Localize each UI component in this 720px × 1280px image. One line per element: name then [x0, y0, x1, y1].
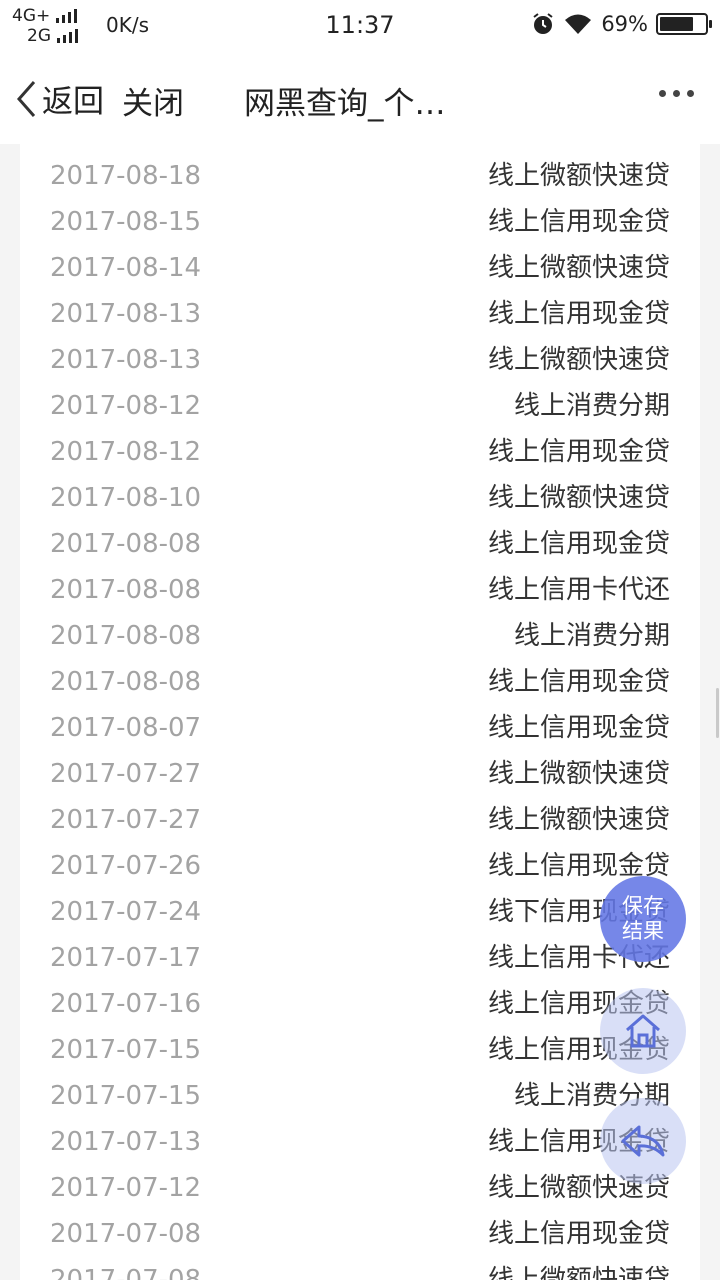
navigation-bar: 返回 关闭 网黑查询_个…	[0, 52, 720, 144]
record-type: 线上信用现金贷	[487, 1219, 670, 1249]
wifi-icon	[565, 14, 592, 34]
record-type: 线上微额快速贷	[487, 345, 670, 375]
list-item: 2017-08-12 线上信用现金贷	[20, 429, 700, 475]
chevron-left-icon	[16, 80, 36, 117]
record-type: 线上微额快速贷	[487, 1265, 670, 1280]
list-item: 2017-08-08 线上信用现金贷	[20, 659, 700, 705]
list-item: 2017-07-27 线上微额快速贷	[20, 797, 700, 843]
record-date: 2017-07-08	[50, 1265, 202, 1280]
record-date: 2017-08-15	[50, 207, 202, 237]
record-date: 2017-08-08	[50, 575, 202, 605]
record-date: 2017-08-14	[50, 253, 202, 283]
list-item: 2017-07-13 线上信用现金贷	[20, 1119, 700, 1165]
list-item: 2017-08-13 线上信用现金贷	[20, 291, 700, 337]
page-title: 网黑查询_个…	[244, 86, 446, 122]
list-item: 2017-08-07 线上信用现金贷	[20, 705, 700, 751]
record-date: 2017-08-12	[50, 437, 202, 467]
home-button[interactable]	[600, 988, 686, 1074]
record-date: 2017-07-13	[50, 1127, 202, 1157]
record-list[interactable]: 2017-08-18 线上微额快速贷 2017-08-15 线上信用现金贷 2017-0…	[20, 144, 700, 1280]
list-item: 2017-07-15 线上消费分期	[20, 1073, 700, 1119]
record-type: 线上消费分期	[513, 391, 670, 421]
list-item: 2017-07-15 线上信用现金贷	[20, 1027, 700, 1073]
list-item: 2017-08-08 线上消费分期	[20, 613, 700, 659]
record-type: 线上消费分期	[513, 621, 670, 651]
more-dot-icon	[659, 90, 666, 97]
record-type: 线上微额快速贷	[487, 161, 670, 191]
list-item: 2017-07-16 线上信用现金贷	[20, 981, 700, 1027]
list-item: 2017-07-12 线上微额快速贷	[20, 1165, 700, 1211]
record-date: 2017-07-27	[50, 805, 202, 835]
record-date: 2017-07-15	[50, 1035, 202, 1065]
more-dot-icon	[687, 90, 694, 97]
list-item: 2017-08-08 线上信用现金贷	[20, 521, 700, 567]
record-type: 线上信用卡代还	[487, 575, 670, 605]
record-type: 线上微额快速贷	[487, 483, 670, 513]
record-type: 线上微额快速贷	[487, 759, 670, 789]
record-date: 2017-08-13	[50, 345, 202, 375]
battery-icon	[656, 13, 712, 35]
alarm-icon	[533, 13, 553, 34]
home-icon	[626, 1014, 660, 1048]
more-menu-button[interactable]	[659, 90, 694, 97]
list-item: 2017-07-08 线上微额快速贷	[20, 1257, 700, 1280]
save-label-line2: 结果	[622, 919, 664, 943]
record-date: 2017-07-16	[50, 989, 202, 1019]
list-item: 2017-07-24 线下信用现金贷	[20, 889, 700, 935]
back-label: 返回	[42, 84, 104, 120]
record-date: 2017-08-12	[50, 391, 202, 421]
list-item: 2017-08-18 线上微额快速贷	[20, 153, 700, 199]
record-date: 2017-08-18	[50, 161, 202, 191]
back-button[interactable]: 返回	[14, 76, 104, 121]
record-type: 线上信用现金贷	[487, 299, 670, 329]
list-item: 2017-07-17 线上信用卡代还	[20, 935, 700, 981]
record-type: 线上信用现金贷	[487, 713, 670, 743]
battery-percent: 69%	[601, 12, 648, 36]
record-date: 2017-08-08	[50, 667, 202, 697]
list-item: 2017-08-15 线上信用现金贷	[20, 199, 700, 245]
record-type: 线上信用现金贷	[487, 529, 670, 559]
record-type: 线上信用现金贷	[487, 207, 670, 237]
record-type: 线上信用现金贷	[487, 667, 670, 697]
list-item: 2017-08-12 线上消费分期	[20, 383, 700, 429]
more-dot-icon	[673, 90, 680, 97]
system-icons: 69%	[531, 12, 712, 36]
status-bar: 4G+ 2G 0K/s 11:37 69%	[0, 0, 720, 52]
record-date: 2017-07-17	[50, 943, 202, 973]
save-result-button[interactable]: 保存 结果	[600, 876, 686, 962]
record-date: 2017-07-27	[50, 759, 202, 789]
record-date: 2017-07-12	[50, 1173, 202, 1203]
save-label-line1: 保存	[622, 894, 664, 918]
record-date: 2017-08-08	[50, 529, 202, 559]
record-date: 2017-07-15	[50, 1081, 202, 1111]
share-back-button[interactable]	[600, 1098, 686, 1184]
record-date: 2017-07-08	[50, 1219, 202, 1249]
close-button[interactable]: 关闭	[122, 78, 184, 123]
record-date: 2017-08-13	[50, 299, 202, 329]
list-item: 2017-07-27 线上微额快速贷	[20, 751, 700, 797]
record-date: 2017-07-26	[50, 851, 202, 881]
record-type: 线上信用现金贷	[487, 437, 670, 467]
list-item: 2017-08-14 线上微额快速贷	[20, 245, 700, 291]
list-item: 2017-07-08 线上信用现金贷	[20, 1211, 700, 1257]
list-item: 2017-07-26 线上信用现金贷	[20, 843, 700, 889]
list-item: 2017-08-10 线上微额快速贷	[20, 475, 700, 521]
record-type: 线上微额快速贷	[487, 805, 670, 835]
list-item: 2017-08-08 线上信用卡代还	[20, 567, 700, 613]
record-date: 2017-08-08	[50, 621, 202, 651]
list-item: 2017-08-13 线上微额快速贷	[20, 337, 700, 383]
record-type: 线上微额快速贷	[487, 253, 670, 283]
share-back-icon	[621, 1125, 665, 1157]
record-date: 2017-08-10	[50, 483, 202, 513]
scrollbar[interactable]	[716, 688, 719, 738]
record-date: 2017-08-07	[50, 713, 202, 743]
record-date: 2017-07-24	[50, 897, 202, 927]
